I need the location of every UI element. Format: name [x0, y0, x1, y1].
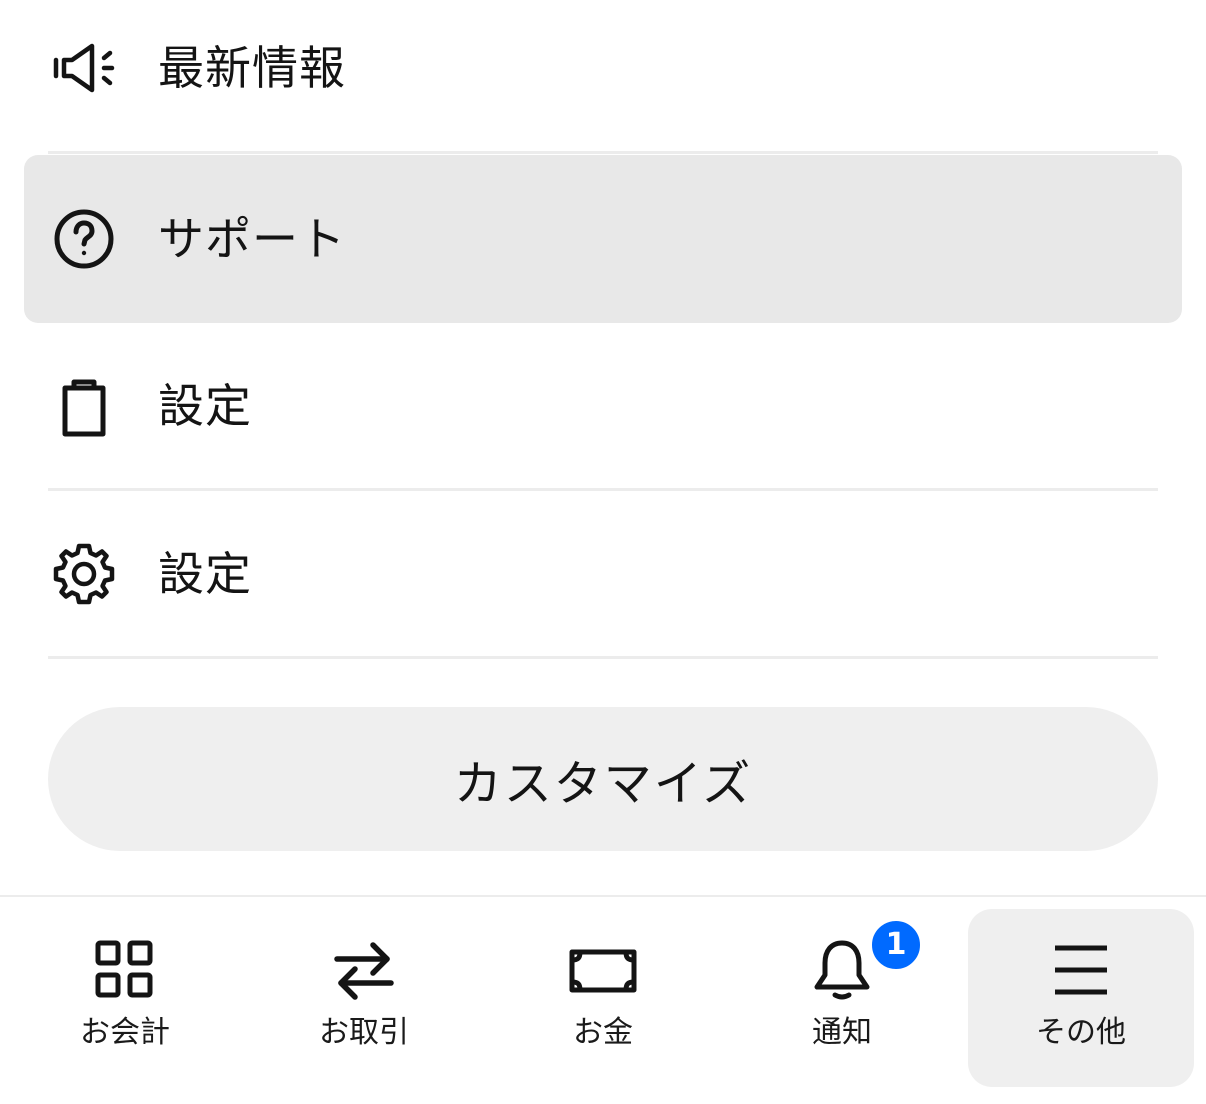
grid-icon [90, 935, 160, 1005]
nav-item-more[interactable]: その他 [968, 909, 1194, 1087]
menu-item-label: サポート [158, 212, 346, 266]
menu-item-settings-clipboard[interactable]: 設定 [24, 322, 1182, 490]
more-menu-screen: 最新情報 サポート 設定 設定 カスタマイズ お会計 お取引 お金 1 通知 そ… [0, 0, 1206, 1104]
menu-item-label: 最新情報 [158, 41, 346, 95]
nav-label: お会計 [80, 1015, 170, 1050]
customize-button[interactable]: カスタマイズ [48, 707, 1158, 851]
notification-badge: 1 [869, 918, 923, 972]
bell-icon [807, 935, 877, 1005]
megaphone-icon [52, 36, 116, 100]
swap-arrows-icon [329, 935, 399, 1005]
menu-item-support[interactable]: サポート [24, 155, 1182, 323]
menu-item-whats-new[interactable]: 最新情報 [24, 0, 1182, 152]
nav-label: 通知 [812, 1015, 872, 1050]
nav-item-notifications[interactable]: 1 通知 [729, 909, 955, 1087]
menu-icon [1046, 935, 1116, 1005]
help-circle-icon [52, 207, 116, 271]
divider [48, 656, 1158, 659]
nav-label: お取引 [319, 1015, 409, 1050]
nav-item-money[interactable]: お金 [490, 909, 716, 1087]
menu-item-settings-gear[interactable]: 設定 [24, 490, 1182, 658]
menu-item-label: 設定 [158, 379, 252, 433]
banknote-icon [568, 935, 638, 1005]
menu-item-label: 設定 [158, 547, 252, 601]
gear-icon [52, 542, 116, 606]
nav-label: お金 [573, 1015, 633, 1050]
bottom-navigation: お会計 お取引 お金 1 通知 その他 [0, 895, 1206, 1104]
nav-label: その他 [1036, 1015, 1126, 1050]
nav-item-checkout[interactable]: お会計 [12, 909, 238, 1087]
divider [48, 151, 1158, 154]
nav-item-transactions[interactable]: お取引 [251, 909, 477, 1087]
clipboard-icon [52, 374, 116, 438]
